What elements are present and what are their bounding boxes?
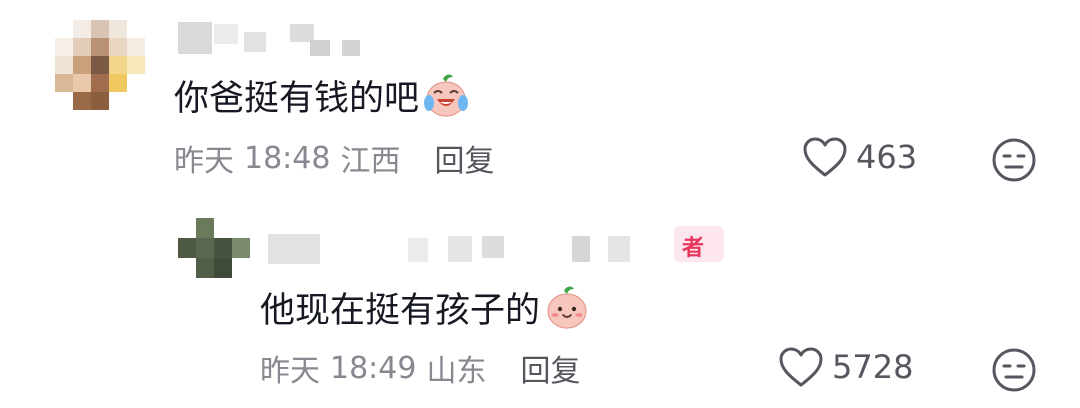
avatar[interactable] — [55, 20, 145, 110]
location: 山东 — [426, 354, 487, 389]
dislike-button[interactable] — [990, 346, 1038, 394]
author-badge-label: 者 — [682, 236, 705, 261]
heart-icon — [803, 137, 847, 177]
reply-username-blurred[interactable] — [268, 230, 668, 266]
reply-button[interactable]: 回复 — [520, 346, 580, 390]
like-count: 463 — [856, 138, 918, 176]
timestamp: 18:48 — [244, 140, 331, 176]
reply-text: 他现在挺有孩子的 — [260, 282, 590, 333]
author-badge: 者 — [668, 222, 728, 268]
location: 江西 — [340, 144, 401, 179]
date-label: 昨天 — [174, 144, 234, 179]
reply-body: 他现在挺有孩子的 — [260, 291, 541, 331]
heart-icon — [779, 347, 823, 387]
reply-avatar[interactable] — [178, 218, 250, 278]
comment-meta: 昨天 18:48 江西 回复 — [174, 136, 494, 180]
like-button[interactable]: 463 — [802, 136, 917, 178]
unamused-face-icon — [992, 138, 1036, 182]
smiling-peach-emoji-icon — [547, 286, 587, 329]
date-label: 昨天 — [260, 354, 320, 389]
unamused-face-icon — [992, 348, 1036, 392]
comment-body: 你爸挺有钱的吧 — [174, 79, 420, 119]
like-count: 5728 — [832, 348, 914, 386]
comment-text: 你爸挺有钱的吧 — [174, 70, 469, 121]
reply-meta: 昨天 18:49 山东 回复 — [260, 346, 580, 390]
dislike-button[interactable] — [990, 136, 1038, 184]
laughing-crying-emoji-icon — [424, 74, 469, 117]
timestamp: 18:49 — [330, 350, 417, 386]
comment-thread: 你爸挺有钱的吧 昨天 18:48 江西 回复 463 者 他现在挺有孩子的 昨天… — [0, 0, 1080, 408]
reply-button[interactable]: 回复 — [434, 136, 494, 180]
like-button[interactable]: 5728 — [778, 346, 913, 388]
username-blurred[interactable] — [178, 18, 378, 58]
